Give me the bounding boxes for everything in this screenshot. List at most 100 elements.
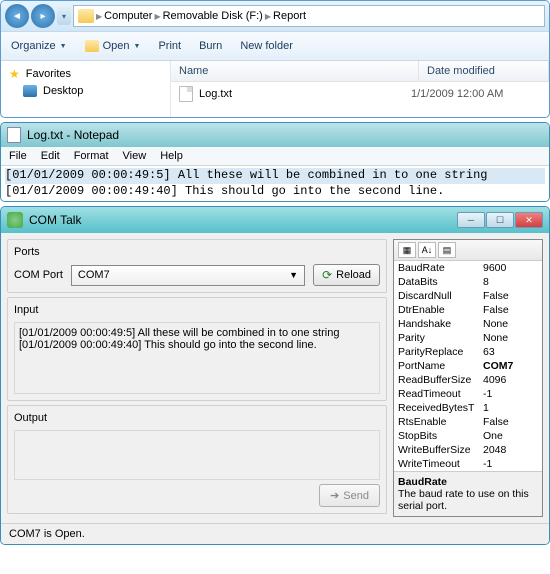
property-row[interactable]: DataBits8: [394, 275, 542, 289]
folder-icon: [78, 9, 94, 23]
toolbar: Organize▼ Open▼ Print Burn New folder: [1, 31, 549, 61]
property-key: WriteBufferSize: [398, 444, 483, 456]
property-row[interactable]: ReadTimeout-1: [394, 387, 542, 401]
chevron-down-icon: ▼: [289, 270, 298, 280]
title-bar[interactable]: COM Talk ─ ☐ ✕: [1, 207, 549, 233]
menu-edit[interactable]: Edit: [41, 150, 60, 162]
chevron-right-icon: ▶: [154, 12, 160, 21]
file-list: Name Date modified Log.txt 1/1/2009 12:0…: [171, 61, 549, 117]
explorer-window: ◄ ▸ ▾ ▶ Computer ▶ Removable Disk (F:) ▶…: [0, 0, 550, 118]
comport-select[interactable]: COM7 ▼: [71, 265, 305, 286]
property-value: None: [483, 318, 538, 330]
props-button[interactable]: ▤: [438, 242, 456, 258]
input-area[interactable]: [01/01/2009 00:00:49:5] All these will b…: [14, 322, 380, 394]
title-bar[interactable]: Log.txt - Notepad: [1, 123, 549, 147]
breadcrumb-item[interactable]: Report: [273, 10, 306, 22]
column-date[interactable]: Date modified: [419, 61, 549, 81]
forward-button[interactable]: ▸: [31, 4, 55, 28]
property-row[interactable]: HandshakeNone: [394, 317, 542, 331]
property-value: 8: [483, 276, 538, 288]
column-headers: Name Date modified: [171, 61, 549, 82]
menu-file[interactable]: File: [9, 150, 27, 162]
propgrid-toolbar: ▦ A↓ ▤: [394, 240, 542, 261]
address-bar[interactable]: ▶ Computer ▶ Removable Disk (F:) ▶ Repor…: [73, 5, 545, 27]
property-row[interactable]: StopBitsOne: [394, 429, 542, 443]
window-title: Log.txt - Notepad: [27, 128, 119, 142]
property-row[interactable]: DiscardNullFalse: [394, 289, 542, 303]
menu-view[interactable]: View: [123, 150, 147, 162]
reload-button[interactable]: ⟳Reload: [313, 264, 380, 286]
property-key: Parity: [398, 332, 483, 344]
property-row[interactable]: WriteBufferSize2048: [394, 443, 542, 457]
property-description: BaudRate The baud rate to use on this se…: [394, 471, 542, 516]
reload-icon: ⟳: [322, 268, 332, 282]
property-value: 4096: [483, 374, 538, 386]
comtalk-window: COM Talk ─ ☐ ✕ Ports COM Port COM7 ▼ ⟳Re…: [0, 206, 550, 545]
notepad-window: Log.txt - Notepad File Edit Format View …: [0, 122, 550, 202]
ports-label: Ports: [14, 246, 380, 258]
desc-title: BaudRate: [398, 476, 538, 488]
property-key: RtsEnable: [398, 416, 483, 428]
close-button[interactable]: ✕: [515, 212, 543, 228]
property-key: ReceivedBytesT: [398, 402, 483, 414]
categorize-button[interactable]: ▦: [398, 242, 416, 258]
open-button[interactable]: Open▼: [85, 40, 141, 52]
burn-button[interactable]: Burn: [199, 40, 222, 52]
input-line: [01/01/2009 00:00:49:5] All these will b…: [19, 327, 375, 339]
output-group: Output ➔Send: [7, 405, 387, 514]
input-line: [01/01/2009 00:00:49:40] This should go …: [19, 339, 375, 351]
favorites-header[interactable]: ★Favorites: [9, 65, 162, 83]
send-button[interactable]: ➔Send: [319, 484, 380, 507]
property-key: DataBits: [398, 276, 483, 288]
sort-button[interactable]: A↓: [418, 242, 436, 258]
text-area[interactable]: [01/01/2009 00:00:49:5] All these will b…: [1, 166, 549, 201]
breadcrumb-item[interactable]: Computer: [104, 10, 152, 22]
text-file-icon: [179, 86, 193, 102]
property-row[interactable]: ParityNone: [394, 331, 542, 345]
property-value: 9600: [483, 262, 538, 274]
property-key: Handshake: [398, 318, 483, 330]
menu-bar: File Edit Format View Help: [1, 147, 549, 166]
property-value: 2048: [483, 444, 538, 456]
desc-text: The baud rate to use on this serial port…: [398, 488, 538, 512]
property-row[interactable]: BaudRate9600: [394, 261, 542, 275]
column-name[interactable]: Name: [171, 61, 419, 81]
property-value: 1: [483, 402, 538, 414]
property-row[interactable]: ReadBufferSize4096: [394, 373, 542, 387]
new-folder-button[interactable]: New folder: [240, 40, 293, 52]
property-row[interactable]: ReceivedBytesT1: [394, 401, 542, 415]
sidebar-desktop[interactable]: Desktop: [9, 83, 162, 99]
property-key: DtrEnable: [398, 304, 483, 316]
property-row[interactable]: ParityReplace63: [394, 345, 542, 359]
input-label: Input: [14, 304, 380, 316]
input-group: Input [01/01/2009 00:00:49:5] All these …: [7, 297, 387, 401]
sidebar: ★Favorites Desktop: [1, 61, 171, 117]
comport-value: COM7: [78, 269, 110, 281]
property-row[interactable]: PortNameCOM7: [394, 359, 542, 373]
print-button[interactable]: Print: [158, 40, 181, 52]
folder-open-icon: [85, 40, 99, 52]
app-icon: [7, 212, 23, 228]
property-value: -1: [483, 458, 538, 470]
menu-format[interactable]: Format: [74, 150, 109, 162]
notepad-icon: [7, 127, 21, 143]
history-dropdown[interactable]: ▾: [57, 7, 71, 25]
file-row[interactable]: Log.txt 1/1/2009 12:00 AM: [171, 82, 549, 106]
star-icon: ★: [9, 67, 20, 81]
ports-group: Ports COM Port COM7 ▼ ⟳Reload: [7, 239, 387, 293]
breadcrumb-item[interactable]: Removable Disk (F:): [163, 10, 263, 22]
output-label: Output: [14, 412, 380, 424]
property-value: One: [483, 430, 538, 442]
property-key: ReadTimeout: [398, 388, 483, 400]
output-area[interactable]: [14, 430, 380, 480]
minimize-button[interactable]: ─: [457, 212, 485, 228]
menu-help[interactable]: Help: [160, 150, 183, 162]
organize-button[interactable]: Organize▼: [11, 40, 67, 52]
property-row[interactable]: DtrEnableFalse: [394, 303, 542, 317]
property-row[interactable]: WriteTimeout-1: [394, 457, 542, 471]
property-row[interactable]: RtsEnableFalse: [394, 415, 542, 429]
status-bar: COM7 is Open.: [1, 523, 549, 544]
file-date: 1/1/2009 12:00 AM: [411, 88, 541, 100]
maximize-button[interactable]: ☐: [486, 212, 514, 228]
back-button[interactable]: ◄: [5, 4, 29, 28]
